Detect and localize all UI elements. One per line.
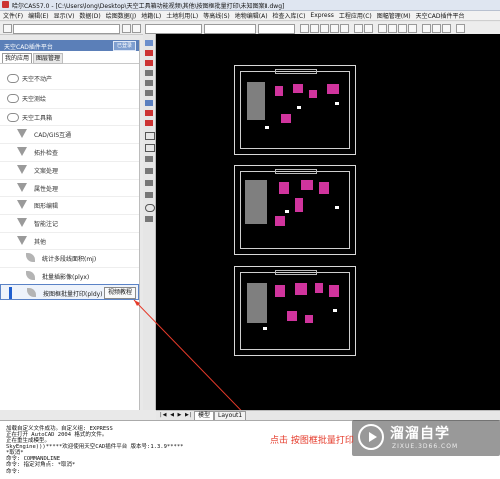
command-history-line: SkyEngine)))*****欢迎使用天空CAD插件平台 版本号:1.3.9…: [6, 444, 184, 450]
watermark-url: ZIXUE.3D66.COM: [392, 443, 459, 450]
annotation-text: 点击 按图框批量打印: [270, 436, 354, 446]
layout-tab-strip: |◀ ◀ ▶ ▶| 模型 Layout1: [156, 410, 500, 421]
annotation-arrow: [133, 299, 263, 433]
drawing-canvas[interactable]: [133, 34, 500, 433]
command-prompt[interactable]: 命令:: [6, 467, 20, 475]
watermark: 溜溜自学 ZIXUE.3D66.COM: [352, 420, 500, 456]
layout-nav-arrows[interactable]: |◀ ◀ ▶ ▶|: [160, 412, 193, 418]
play-logo-icon: [358, 424, 384, 450]
watermark-name: 溜溜自学: [390, 426, 450, 442]
